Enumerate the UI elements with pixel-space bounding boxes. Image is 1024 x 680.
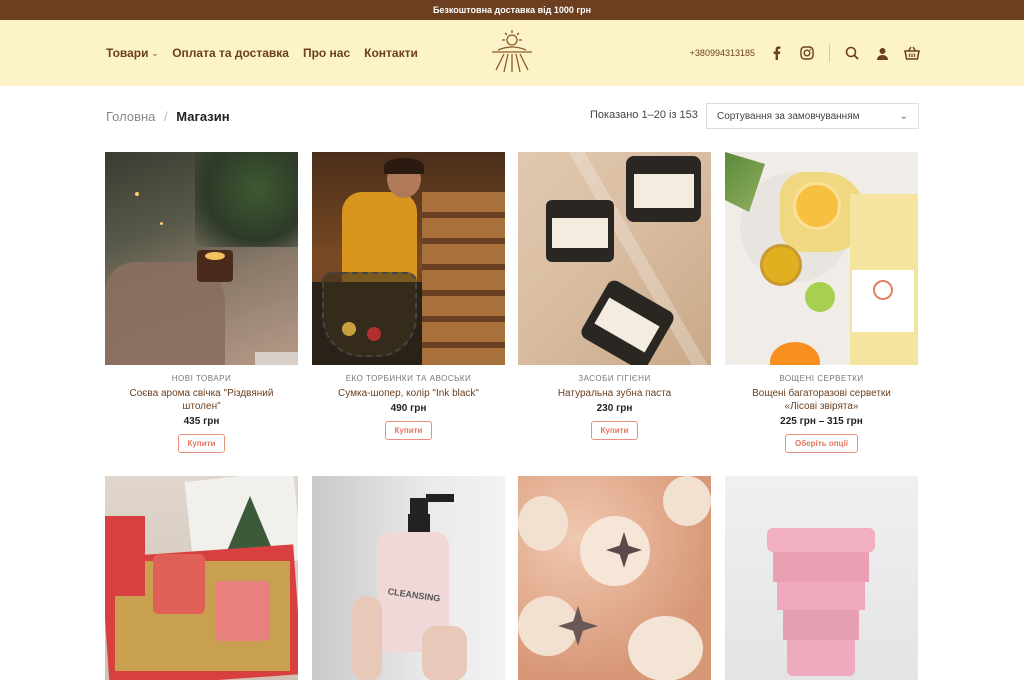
sort-select[interactable]: Сортування за замовчуванням ⌄ <box>706 103 919 129</box>
nav-item-about[interactable]: Про нас <box>303 46 350 60</box>
product-image-collapsible-cup[interactable] <box>725 476 918 680</box>
sun-logo-icon <box>492 30 532 73</box>
nav-item-label: Контакти <box>364 46 418 60</box>
product-category[interactable]: ЗАСОБИ ГІГІЄНИ <box>518 374 711 383</box>
buy-button[interactable]: Купити <box>590 421 639 440</box>
product-category[interactable]: ЕКО ТОРБИНКИ ТА АВОСЬКИ <box>312 374 505 383</box>
product-name[interactable]: Соєва арома свічка "Різдвяний штолен" <box>105 387 298 413</box>
site-logo[interactable] <box>488 28 536 78</box>
product-card: ЗАСОБИ ГІГІЄНИ Натуральна зубна паста 23… <box>518 152 711 440</box>
chevron-down-icon: ⌄ <box>151 48 159 58</box>
divider <box>829 44 830 62</box>
nav-item-contacts[interactable]: Контакти <box>364 46 418 60</box>
sort-selected-value: Сортування за замовчуванням <box>717 110 860 122</box>
breadcrumb-separator: / <box>164 109 168 124</box>
instagram-icon[interactable] <box>799 45 815 61</box>
main-nav: Товари ⌄ Оплата та доставка Про нас Конт… <box>106 20 418 86</box>
product-card: ВОЩЕНІ СЕРВЕТКИ Вощені багаторазові серв… <box>725 152 918 453</box>
product-name[interactable]: Вощені багаторазові серветки «Лісові зві… <box>725 387 918 413</box>
header-actions: +380994313185 <box>690 20 920 86</box>
product-name[interactable]: Натуральна зубна паста <box>518 387 711 400</box>
product-category[interactable]: НОВІ ТОВАРИ <box>105 374 298 383</box>
product-price: 230 грн <box>596 403 633 414</box>
buy-button[interactable]: Купити <box>177 434 226 453</box>
breadcrumb: Головна / Магазин <box>106 109 230 124</box>
phone-link[interactable]: +380994313185 <box>690 48 755 58</box>
site-header: Товари ⌄ Оплата та доставка Про нас Конт… <box>0 20 1024 86</box>
product-image-toothpaste[interactable] <box>518 152 711 365</box>
product-image-gift-box[interactable] <box>105 476 298 680</box>
result-count: Показано 1–20 із 153 <box>590 109 698 121</box>
nav-item-payment-delivery[interactable]: Оплата та доставка <box>172 46 289 60</box>
product-category[interactable]: ВОЩЕНІ СЕРВЕТКИ <box>725 374 918 383</box>
product-image-tote-bag[interactable] <box>312 152 505 365</box>
product-image-cleansing-gel[interactable]: CLEANSING <box>312 476 505 680</box>
select-options-button[interactable]: Оберіть опції <box>785 434 858 453</box>
product-price: 435 грн <box>183 416 220 427</box>
product-image-candle[interactable] <box>105 152 298 365</box>
user-icon[interactable] <box>874 45 890 61</box>
nav-item-label: Товари <box>106 46 149 60</box>
breadcrumb-current: Магазин <box>176 109 230 124</box>
cart-basket-icon[interactable] <box>904 45 920 61</box>
product-card: ЕКО ТОРБИНКИ ТА АВОСЬКИ Сумка-шопер, кол… <box>312 152 505 440</box>
breadcrumb-home-link[interactable]: Головна <box>106 109 155 124</box>
search-icon[interactable] <box>844 45 860 61</box>
product-price: 225 грн – 315 грн <box>780 416 863 427</box>
product-price: 490 грн <box>390 403 427 414</box>
facebook-icon[interactable] <box>769 45 785 61</box>
nav-item-label: Про нас <box>302 46 351 60</box>
product-image-wax-wraps[interactable] <box>725 152 918 365</box>
buy-button[interactable]: Купити <box>384 421 433 440</box>
chevron-down-icon: ⌄ <box>899 110 908 122</box>
product-card: НОВІ ТОВАРИ Соєва арома свічка "Різдвяни… <box>105 152 298 453</box>
product-name[interactable]: Сумка-шопер, колір "Ink black" <box>312 387 505 400</box>
nav-item-products[interactable]: Товари ⌄ <box>106 46 158 60</box>
nav-item-label: Оплата та доставка <box>172 46 289 60</box>
promo-bar: Безкоштовна доставка від 1000 грн <box>0 0 1024 20</box>
product-image-soap-flowers[interactable] <box>518 476 711 680</box>
